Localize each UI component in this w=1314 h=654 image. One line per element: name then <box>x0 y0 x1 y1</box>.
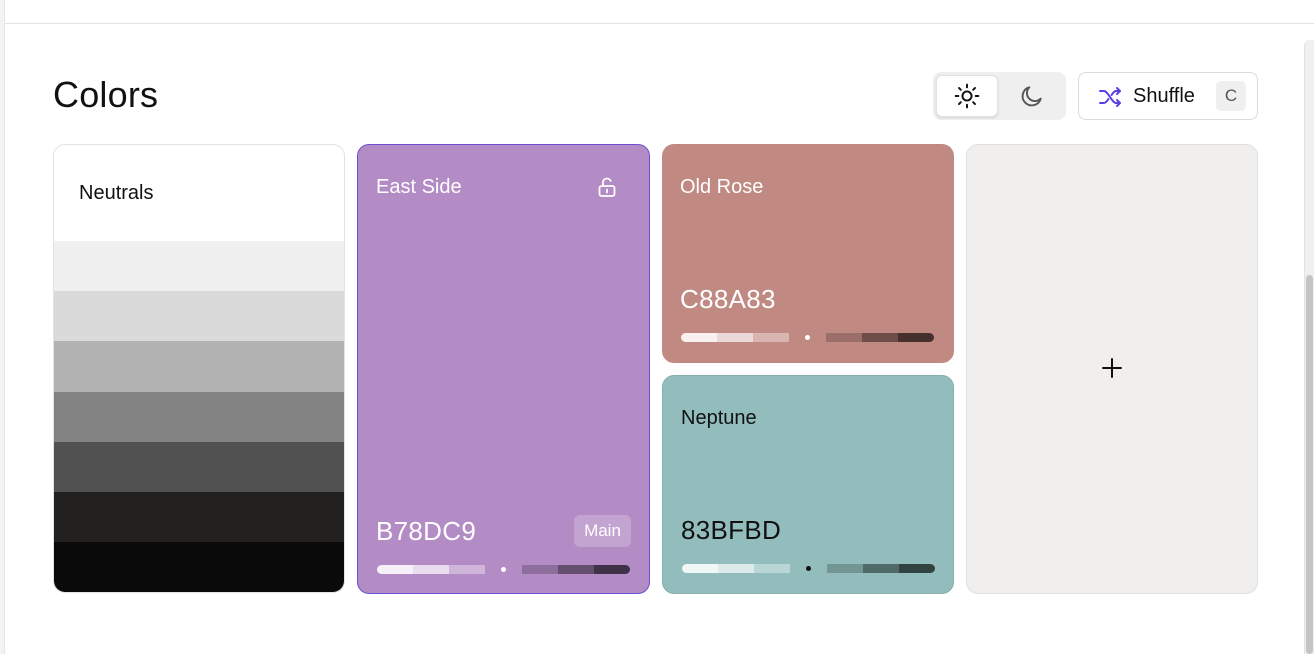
shade-segment-6[interactable] <box>862 564 899 573</box>
color-name: East Side <box>376 176 462 198</box>
shade-segment-3[interactable] <box>754 564 791 573</box>
shade-segment-7[interactable] <box>593 565 630 574</box>
current-shade-marker <box>805 566 811 571</box>
color-hex: 83BFBD <box>681 515 782 545</box>
shade-scale[interactable] <box>377 565 630 574</box>
moon-icon <box>1021 86 1042 107</box>
neutral-shade-3[interactable] <box>54 341 344 392</box>
shade-segment-7[interactable] <box>898 564 935 573</box>
shade-segment-7[interactable] <box>897 333 934 342</box>
scrollbar-thumb[interactable] <box>1306 275 1313 654</box>
top-bar <box>5 0 1314 24</box>
shade-segment-3[interactable] <box>753 333 790 342</box>
shortcut-key-badge: C <box>1216 81 1246 111</box>
shade-segment-5[interactable] <box>521 565 558 574</box>
shade-segment-6[interactable] <box>557 565 594 574</box>
shade-segment-4[interactable] <box>790 564 827 573</box>
current-shade-marker <box>804 335 810 340</box>
neutral-shade-6[interactable] <box>54 491 344 543</box>
color-name: Neptune <box>681 407 757 429</box>
neutral-shade-7[interactable] <box>54 542 344 592</box>
shade-segment-1[interactable] <box>682 564 719 573</box>
shade-segment-2[interactable] <box>717 333 754 342</box>
shade-segment-2[interactable] <box>413 565 450 574</box>
shade-segment-5[interactable] <box>825 333 862 342</box>
neutral-shade-2[interactable] <box>54 291 344 342</box>
sun-icon <box>954 83 980 109</box>
add-color-card[interactable] <box>966 144 1258 594</box>
shuffle-button[interactable]: Shuffle C <box>1078 72 1258 120</box>
theme-toggle <box>933 72 1066 120</box>
light-theme-button[interactable] <box>936 75 998 117</box>
shade-segment-1[interactable] <box>681 333 718 342</box>
color-card-east-side[interactable]: East Side B78DC9 Main <box>357 144 650 594</box>
neutral-shades <box>54 241 344 592</box>
shade-scale[interactable] <box>682 564 935 573</box>
shade-segment-2[interactable] <box>718 564 755 573</box>
shuffle-label: Shuffle <box>1133 85 1195 107</box>
main-badge: Main <box>574 515 631 547</box>
shade-segment-6[interactable] <box>861 333 898 342</box>
shade-scale[interactable] <box>681 333 934 342</box>
shuffle-icon <box>1099 87 1121 107</box>
neutral-shade-5[interactable] <box>54 441 344 492</box>
neutral-shade-1[interactable] <box>54 241 344 292</box>
neutral-shade-4[interactable] <box>54 391 344 442</box>
color-card-neptune[interactable]: Neptune 83BFBD <box>662 375 954 594</box>
color-hex: C88A83 <box>680 284 776 314</box>
shade-segment-5[interactable] <box>826 564 863 573</box>
plus-icon <box>1102 358 1122 378</box>
window-edge <box>0 0 5 654</box>
page-title: Colors <box>53 74 159 115</box>
dark-theme-button[interactable] <box>1001 75 1063 117</box>
current-shade-marker <box>500 567 506 572</box>
neutrals-title: Neutrals <box>79 182 154 204</box>
shade-segment-4[interactable] <box>485 565 522 574</box>
shade-segment-3[interactable] <box>449 565 486 574</box>
color-hex: B78DC9 <box>376 516 477 546</box>
color-card-old-rose[interactable]: Old Rose C88A83 <box>662 144 954 363</box>
shade-segment-4[interactable] <box>789 333 826 342</box>
color-name: Old Rose <box>680 176 764 198</box>
shade-segment-1[interactable] <box>377 565 414 574</box>
unlock-icon[interactable] <box>597 176 617 198</box>
neutrals-card[interactable]: Neutrals <box>53 144 345 593</box>
